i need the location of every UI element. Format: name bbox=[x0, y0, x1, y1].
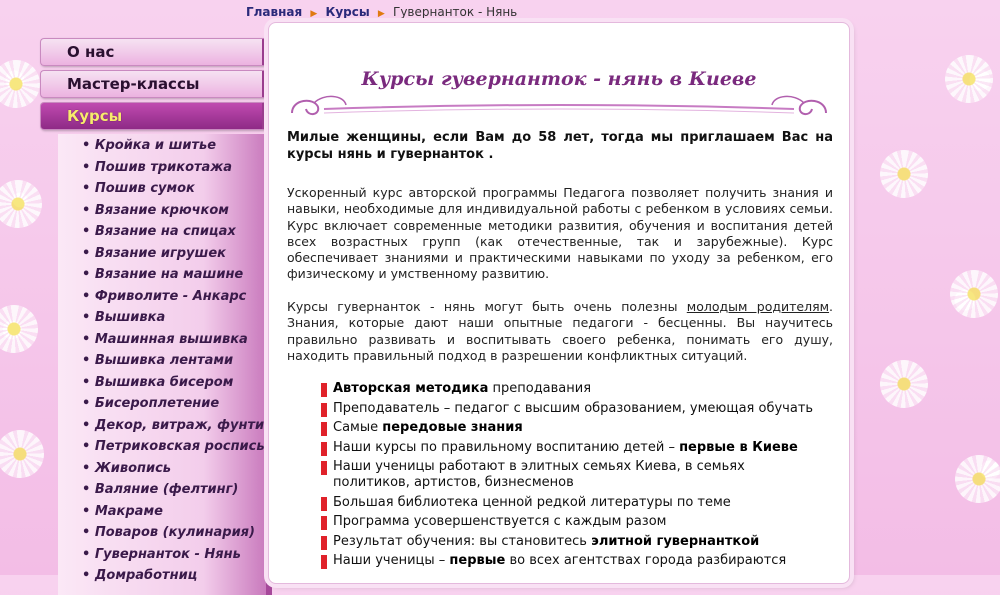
list-item-text: во всех агентствах города разбираются bbox=[505, 553, 787, 568]
page-title: Курсы гувернанток - нянь в Киеве bbox=[361, 68, 757, 90]
flower-decoration bbox=[880, 150, 928, 198]
lead-paragraph: Милые женщины, если Вам до 58 лет, тогда… bbox=[287, 130, 833, 162]
breadcrumb-current: Гувернанток - Нянь bbox=[393, 5, 518, 19]
young-parents-link[interactable]: молодым родителям bbox=[687, 299, 829, 314]
breadcrumb-section-link[interactable]: Курсы bbox=[326, 5, 370, 19]
list-item: Авторская методика преподавания bbox=[321, 381, 821, 397]
list-item: Наши ученицы работают в элитных семьях К… bbox=[321, 459, 821, 491]
list-item-text: Наши ученицы работают в элитных семьях К… bbox=[333, 459, 745, 490]
paragraph-1: Ускоренный курс авторской программы Педа… bbox=[287, 185, 833, 282]
list-item: Программа усовершенствуется с каждым раз… bbox=[321, 514, 821, 530]
paragraph-2: Курсы гувернанток - нянь могут быть очен… bbox=[287, 299, 833, 364]
flower-decoration bbox=[0, 180, 42, 228]
submenu-item[interactable]: • Машинная вышивка bbox=[58, 329, 266, 351]
content-panel: Курсы гувернанток - нянь в Киеве Милые ж… bbox=[268, 22, 850, 584]
submenu-item[interactable]: • Вязание игрушек bbox=[58, 243, 266, 265]
list-item-text: Преподаватель – педагог с высшим образов… bbox=[333, 400, 814, 416]
submenu-item[interactable]: • Вязание на спицах bbox=[58, 221, 266, 243]
menu-tab-courses[interactable]: Курсы bbox=[40, 102, 268, 130]
list-item-bold: элитной гувернанткой bbox=[591, 533, 760, 549]
list-item-bold: Авторская методика bbox=[333, 381, 489, 396]
list-item: Самые передовые знания bbox=[321, 420, 821, 436]
list-item: Результат обучения: вы становитесь элитн… bbox=[321, 534, 821, 550]
list-item: Большая библиотека ценной редкой литерат… bbox=[321, 495, 821, 511]
list-item-bold: первые в Киеве bbox=[679, 439, 798, 455]
submenu-item[interactable]: • Бисероплетение bbox=[58, 393, 266, 415]
submenu-item[interactable]: • Кройка и шитье bbox=[58, 135, 266, 157]
flower-decoration bbox=[880, 360, 928, 408]
submenu-item[interactable]: • Вышивка bbox=[58, 307, 266, 329]
courses-submenu: • Кройка и шитье • Пошив трикотажа • Пош… bbox=[58, 134, 273, 595]
submenu-item[interactable]: • Домработниц bbox=[58, 565, 266, 587]
submenu-item[interactable]: • Вязание крючком bbox=[58, 200, 266, 222]
list-item-text: Большая библиотека ценной редкой литерат… bbox=[333, 494, 731, 510]
breadcrumb-home-link[interactable]: Главная bbox=[246, 5, 302, 19]
submenu-item[interactable]: • Вязание на машине bbox=[58, 264, 266, 286]
list-item: Преподаватель – педагог с высшим образов… bbox=[321, 401, 821, 417]
submenu-item[interactable]: • Вышивка лентами bbox=[58, 350, 266, 372]
submenu-item[interactable]: • Валяние (фелтинг) bbox=[58, 479, 266, 501]
submenu-item[interactable]: • Поваров (кулинария) bbox=[58, 522, 266, 544]
submenu-item[interactable]: • Фриволите - Анкарс bbox=[58, 286, 266, 308]
flower-decoration bbox=[0, 305, 38, 353]
submenu-item[interactable]: • Вышивка бисером bbox=[58, 372, 266, 394]
submenu-item[interactable]: • Гувернанток - Нянь bbox=[58, 544, 266, 566]
list-item: Наши курсы по правильному воспитанию дет… bbox=[321, 440, 821, 456]
flower-decoration bbox=[0, 60, 40, 108]
list-item-bold: передовые знания bbox=[382, 420, 523, 435]
ornament-divider-icon bbox=[291, 95, 827, 115]
list-item: Наши ученицы – первые во всех агентствах… bbox=[321, 553, 821, 569]
menu-tab-about[interactable]: О нас bbox=[40, 38, 268, 66]
list-item-bold: первые bbox=[449, 553, 506, 568]
flower-decoration bbox=[950, 270, 998, 318]
features-list: Авторская методика преподавания Преподав… bbox=[321, 381, 821, 573]
menu-tab-masterclasses[interactable]: Мастер-классы bbox=[40, 70, 268, 98]
breadcrumb-arrow-icon: ▶ bbox=[310, 9, 318, 19]
breadcrumb: Главная ▶ Курсы ▶ Гувернанток - Нянь bbox=[246, 5, 517, 19]
list-item-text: Наши курсы по правильному воспитанию дет… bbox=[333, 439, 680, 455]
submenu-item[interactable]: • Пошив сумок bbox=[58, 178, 266, 200]
flower-decoration bbox=[0, 430, 44, 478]
list-item-text: Самые bbox=[333, 420, 383, 435]
paragraph-2-text: Курсы гувернанток - нянь могут быть очен… bbox=[287, 299, 687, 314]
list-item-text: преподавания bbox=[488, 381, 592, 396]
submenu-item[interactable]: • Декор, витраж, фунтик bbox=[58, 415, 273, 437]
submenu-item[interactable]: • Петриковская роспись bbox=[58, 436, 266, 458]
submenu-item[interactable]: • Живопись bbox=[58, 458, 266, 480]
breadcrumb-arrow-icon: ▶ bbox=[377, 9, 385, 19]
flower-decoration bbox=[955, 455, 1000, 503]
list-item-text: Результат обучения: вы становитесь bbox=[333, 533, 592, 549]
list-item-text: Программа усовершенствуется с каждым раз… bbox=[333, 514, 667, 529]
list-item-text: Наши ученицы – bbox=[333, 553, 450, 568]
submenu-item[interactable]: • Макраме bbox=[58, 501, 266, 523]
sidebar-menu: О нас Мастер-классы Курсы • Кройка и шит… bbox=[40, 38, 273, 595]
submenu-item[interactable]: • Пошив трикотажа bbox=[58, 157, 266, 179]
flower-decoration bbox=[945, 55, 993, 103]
